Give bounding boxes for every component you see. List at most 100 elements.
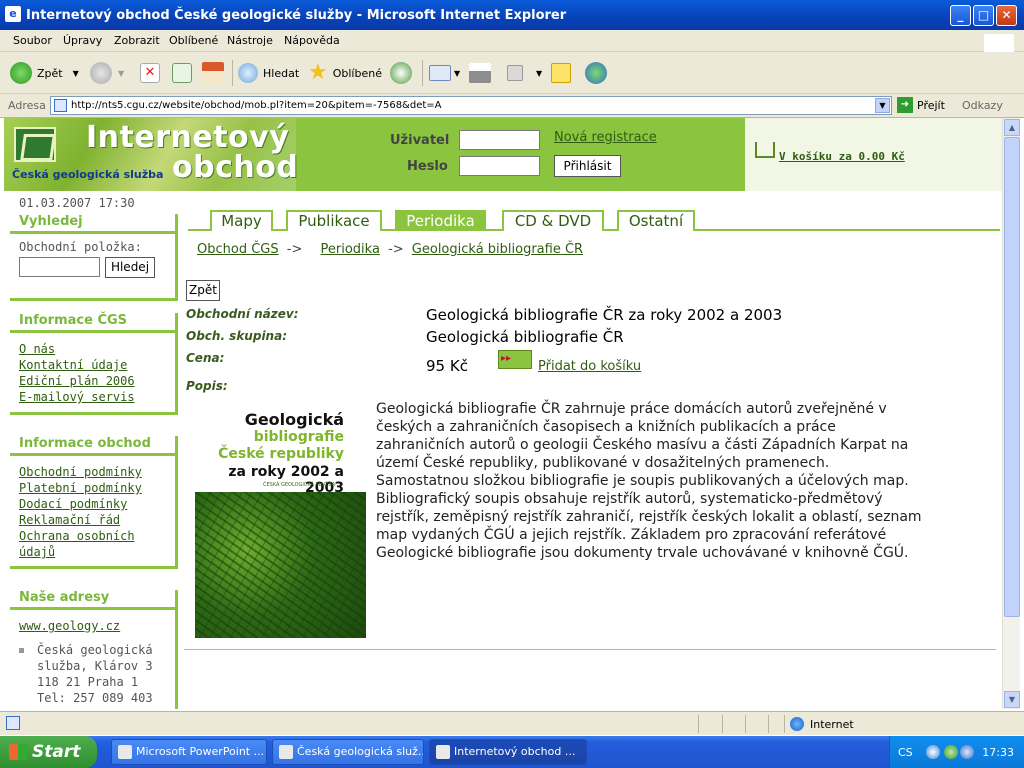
- link-ochrana-udaju[interactable]: Ochrana osobních údajů: [10, 528, 140, 560]
- language-indicator[interactable]: CS: [898, 746, 913, 759]
- username-input[interactable]: [459, 130, 540, 150]
- maximize-button[interactable]: □: [973, 5, 994, 26]
- tab-publikace[interactable]: Publikace: [286, 210, 382, 231]
- vertical-scrollbar[interactable]: ▲ ▼: [1002, 118, 1020, 709]
- search-button[interactable]: Hledej: [105, 257, 155, 278]
- menu-napoveda[interactable]: Nápověda: [284, 34, 340, 47]
- stop-button[interactable]: ✕: [140, 61, 160, 85]
- page-status-icon: [6, 716, 20, 730]
- link-geology[interactable]: www.geology.cz: [10, 618, 175, 634]
- search-button[interactable]: Hledat: [238, 61, 299, 85]
- tab-cd-dvd[interactable]: CD & DVD: [502, 210, 604, 231]
- close-button[interactable]: ✕: [996, 5, 1017, 26]
- printer-icon: [469, 63, 491, 83]
- bullet-icon: [19, 648, 24, 653]
- search-label: Obchodní položka:: [19, 240, 142, 254]
- product-name: Geologická bibliografie ČR za roky 2002 …: [426, 306, 783, 324]
- back-page-button[interactable]: Zpět: [186, 280, 220, 301]
- page-viewport: Internetový obchod Česká geologická služ…: [4, 118, 1002, 709]
- link-edicni-plan[interactable]: Ediční plán 2006: [10, 373, 175, 389]
- status-bar: Internet: [0, 711, 1024, 735]
- task-internet-obchod[interactable]: Internetový obchod ...: [429, 739, 587, 765]
- favorites-label: Oblíbené: [332, 66, 382, 80]
- add-to-cart-icon[interactable]: [498, 350, 532, 369]
- link-obchodni-podminky[interactable]: Obchodní podmínky: [10, 464, 175, 480]
- refresh-button[interactable]: [172, 61, 192, 85]
- links-button[interactable]: Odkazy: [962, 99, 1003, 112]
- add-to-cart-link[interactable]: Přidat do košíku: [538, 359, 641, 374]
- menu-oblibene[interactable]: Oblíbené: [169, 34, 218, 47]
- search-input[interactable]: [19, 257, 100, 277]
- info-shop-box: Informace obchod Obchodní podmínky Plate…: [10, 436, 178, 569]
- back-button[interactable]: Zpět ▼: [10, 61, 79, 85]
- link-o-nas[interactable]: O nás: [10, 341, 175, 357]
- chevron-down-icon[interactable]: ▼: [118, 69, 124, 78]
- task-cgs-window[interactable]: Česká geologická služ...: [272, 739, 424, 765]
- user-label: Uživatel: [390, 133, 450, 148]
- chevron-down-icon[interactable]: ▼: [454, 69, 460, 78]
- address-line: Tel: 257 089 403: [37, 691, 153, 705]
- chevron-down-icon[interactable]: ▼: [875, 98, 890, 113]
- product-group: Geologická bibliografie ČR: [426, 328, 624, 346]
- menu-upravy[interactable]: Úpravy: [63, 34, 102, 47]
- start-button[interactable]: Start: [0, 736, 97, 768]
- tray-volume-icon[interactable]: [960, 745, 974, 759]
- book-cover: Geologická bibliografie České republiky …: [195, 402, 366, 638]
- tab-ostatni[interactable]: Ostatní: [617, 210, 695, 231]
- go-label: Přejít: [917, 98, 945, 112]
- search-box: Vyhledej Obchodní položka: Hledej: [10, 214, 178, 301]
- breadcrumb-periodika[interactable]: Periodika: [321, 242, 380, 257]
- globe-icon: [790, 717, 804, 731]
- login-button[interactable]: Přihlásit: [554, 155, 621, 177]
- password-input[interactable]: [459, 156, 540, 176]
- tab-periodika[interactable]: Periodika: [395, 210, 486, 231]
- cart-area: V košíku za 0.00 Kč: [745, 118, 1002, 191]
- menu-soubor[interactable]: Soubor: [13, 34, 52, 47]
- link-reklamacni-rad[interactable]: Reklamační řád: [10, 512, 175, 528]
- back-label: Zpět: [37, 66, 63, 80]
- link-platebni-podminky[interactable]: Platební podmínky: [10, 480, 175, 496]
- history-button[interactable]: [390, 61, 412, 85]
- group-label: Obch. skupina:: [186, 329, 287, 343]
- address-line: 118 21 Praha 1: [37, 675, 139, 689]
- name-label: Obchodní název:: [186, 307, 299, 321]
- menu-zobrazit[interactable]: Zobrazit: [114, 34, 160, 47]
- tab-mapy[interactable]: Mapy: [210, 210, 273, 231]
- cart-link[interactable]: V košíku za 0.00 Kč: [779, 150, 905, 163]
- mail-button[interactable]: ▼: [429, 61, 460, 85]
- scroll-up-arrow-icon[interactable]: ▲: [1004, 119, 1020, 136]
- task-powerpoint[interactable]: Microsoft PowerPoint ...: [111, 739, 267, 765]
- link-dodaci-podminky[interactable]: Dodací podmínky: [10, 496, 175, 512]
- address-line: služba, Klárov 3: [37, 659, 153, 673]
- site-title-line2: obchod: [172, 150, 299, 185]
- scroll-down-arrow-icon[interactable]: ▼: [1004, 691, 1020, 708]
- chevron-down-icon[interactable]: ▼: [73, 69, 79, 78]
- breadcrumb-shop[interactable]: Obchod ČGS: [197, 242, 279, 257]
- menu-nastroje[interactable]: Nástroje: [227, 34, 273, 47]
- refresh-icon: [172, 63, 192, 83]
- print-button[interactable]: [469, 61, 491, 85]
- register-link[interactable]: Nová registrace: [554, 130, 657, 145]
- tray-arrow-icon[interactable]: [926, 745, 940, 759]
- chevron-down-icon[interactable]: ▼: [536, 69, 542, 78]
- title-bar: e Internetový obchod České geologické sl…: [0, 0, 1024, 30]
- favorites-button[interactable]: ★ Oblíbené: [308, 61, 382, 85]
- search-heading: Vyhledej: [19, 214, 83, 229]
- zone-label: Internet: [810, 717, 854, 731]
- go-button[interactable]: ➜ Přejít: [897, 97, 945, 113]
- minimize-button[interactable]: _: [950, 5, 971, 26]
- link-kontakty[interactable]: Kontaktní údaje: [10, 357, 175, 373]
- scroll-thumb[interactable]: [1004, 137, 1020, 617]
- link-email-servis[interactable]: E-mailový servis: [10, 389, 175, 405]
- forward-button[interactable]: ▼: [90, 61, 124, 85]
- discuss-button[interactable]: [551, 61, 571, 85]
- cover-geologic-map: [195, 492, 366, 638]
- toolbar: Zpět ▼ ▼ ✕ Hledat ★ Oblíbené ▼ ▼: [0, 52, 1024, 94]
- url-input[interactable]: http://nts5.cgu.cz/website/obchod/mob.pl…: [50, 96, 892, 115]
- home-button[interactable]: [202, 61, 224, 85]
- tray-network-icon[interactable]: [944, 745, 958, 759]
- messenger-button[interactable]: [585, 61, 607, 85]
- mail-icon: [429, 65, 451, 81]
- breadcrumb-current[interactable]: Geologická bibliografie ČR: [412, 242, 583, 257]
- edit-button[interactable]: ▼: [507, 61, 542, 85]
